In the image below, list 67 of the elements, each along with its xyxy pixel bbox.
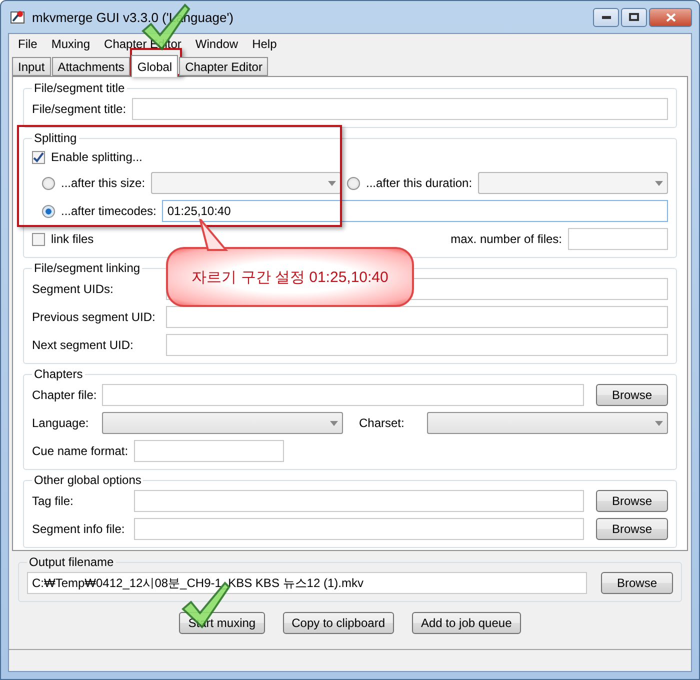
checkbox-label: link files	[51, 232, 94, 246]
group-heading: Chapters	[33, 367, 84, 381]
field-label: Chapter file:	[32, 388, 96, 402]
callout-text: 자르기 구간 설정 01:25,10:40	[192, 268, 388, 286]
group-heading: File/segment linking	[33, 261, 142, 275]
dropdown-arrow-icon	[655, 420, 663, 426]
close-icon	[666, 12, 676, 22]
dropdown[interactable]	[427, 412, 668, 434]
radio-button[interactable]	[42, 204, 55, 218]
browse-button[interactable]: Browse	[596, 490, 668, 512]
tab[interactable]: Global	[131, 55, 178, 77]
dropdown-arrow-icon	[330, 420, 338, 426]
tab[interactable]: Input	[12, 57, 51, 76]
group-heading: Splitting	[33, 131, 78, 145]
field-label: Language:	[32, 416, 90, 430]
field-label: Segment info file:	[32, 522, 126, 536]
minimize-icon	[602, 16, 610, 18]
input-field[interactable]	[166, 334, 668, 356]
maximize-icon	[629, 13, 639, 21]
dropdown[interactable]	[102, 412, 343, 434]
app-icon	[10, 9, 26, 25]
browse-button[interactable]: Browse	[596, 384, 668, 406]
input-field[interactable]	[102, 384, 584, 406]
input-field[interactable]	[132, 98, 668, 120]
field-label: max. number of files:	[450, 232, 562, 246]
close-button[interactable]	[649, 8, 692, 26]
field-label: Charset:	[359, 416, 406, 430]
menu-item[interactable]: File	[11, 36, 44, 52]
input-field[interactable]	[166, 306, 668, 328]
input-field[interactable]	[134, 440, 284, 462]
tab[interactable]: Attachments	[52, 57, 130, 76]
field-label: Cue name format:	[32, 444, 128, 458]
checkbox[interactable]	[32, 232, 45, 246]
dropdown-arrow-icon	[328, 180, 336, 186]
browse-button[interactable]: Browse	[601, 572, 673, 594]
action-button[interactable]: Add to job queue	[412, 612, 521, 634]
dropdown[interactable]	[151, 172, 341, 194]
output-filename-field[interactable]: C:₩Temp₩0412_12시08분_CH9-1_KBS KBS 뉴스12 (1).mkv	[27, 572, 587, 594]
field-label: Next segment UID:	[32, 338, 134, 352]
group-heading: Output filename	[28, 555, 115, 569]
input-field[interactable]	[134, 518, 584, 540]
input-field[interactable]	[568, 228, 668, 250]
checkbox[interactable]	[32, 150, 45, 164]
menu-item[interactable]: Help	[245, 36, 284, 52]
group-heading: File/segment title	[33, 81, 126, 95]
radio-button[interactable]	[346, 176, 360, 190]
browse-button[interactable]: Browse	[596, 518, 668, 540]
field-label: File/segment title:	[32, 102, 126, 116]
option-label: ...after this size:	[61, 176, 146, 190]
tab[interactable]: Chapter Editor	[179, 57, 268, 76]
dropdown[interactable]	[478, 172, 668, 194]
minimize-button[interactable]	[593, 8, 619, 26]
radio-button[interactable]	[42, 176, 55, 190]
group-heading: Other global options	[33, 473, 142, 487]
timecodes-field[interactable]: 01:25,10:40	[162, 200, 668, 222]
dropdown-arrow-icon	[655, 180, 663, 186]
field-label: Segment UIDs:	[32, 282, 114, 296]
checkbox-label: Enable splitting...	[51, 150, 142, 164]
action-button[interactable]: Copy to clipboard	[282, 612, 394, 634]
menu-item[interactable]: Window	[188, 36, 246, 52]
field-label: Tag file:	[32, 494, 74, 508]
menu-item[interactable]: Muxing	[44, 36, 98, 52]
option-label: ...after this duration:	[366, 176, 472, 190]
option-label: ...after timecodes:	[61, 204, 156, 218]
maximize-button[interactable]	[621, 8, 647, 26]
input-field[interactable]	[134, 490, 584, 512]
field-label: Previous segment UID:	[32, 310, 156, 324]
